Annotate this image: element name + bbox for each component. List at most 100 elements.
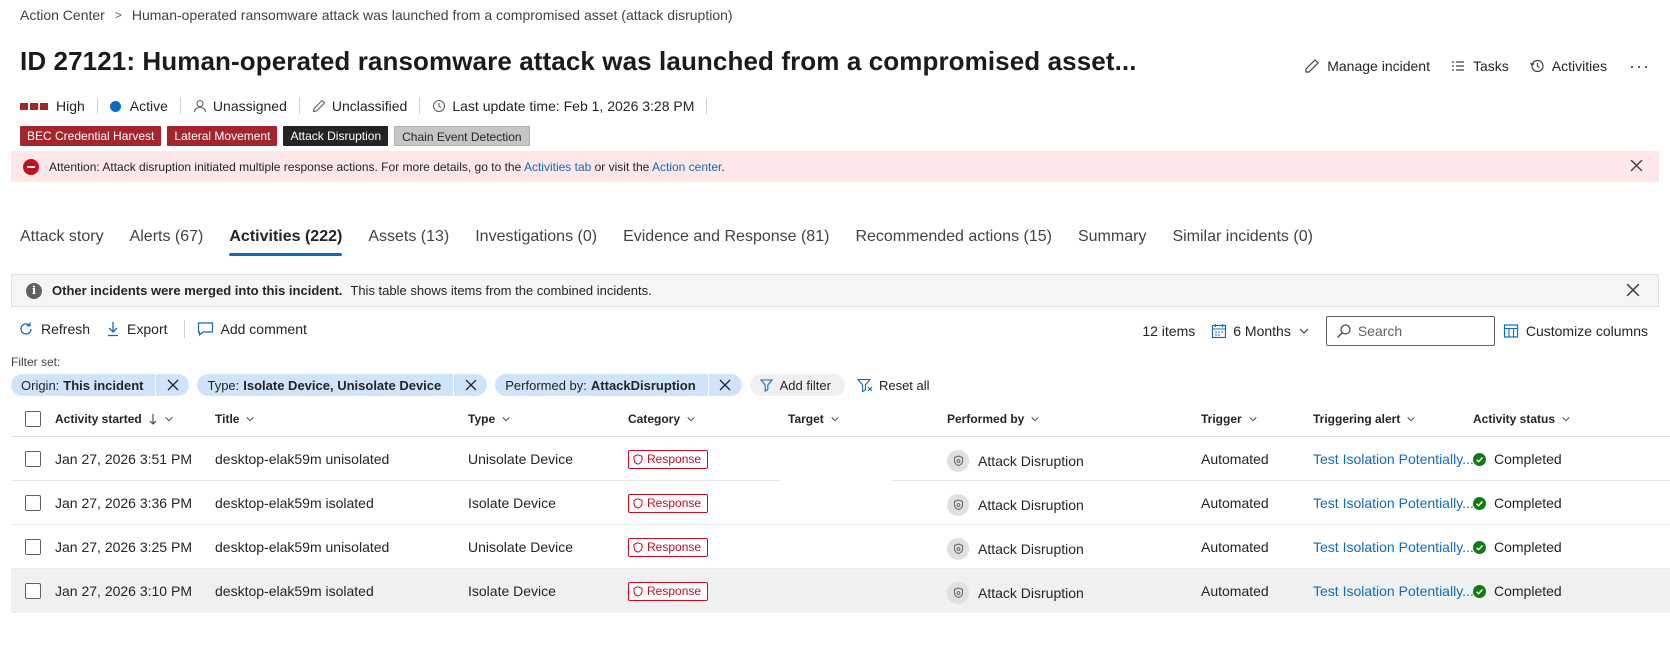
table-row[interactable]: Jan 27, 2026 3:10 PM desktop-elak59m iso… [11, 569, 1670, 613]
cell-type: Unisolate Device [468, 539, 574, 555]
refresh-button[interactable]: Refresh [18, 321, 90, 337]
response-badge: Response [628, 537, 709, 557]
last-update: Last update time: Feb 1, 2026 3:28 PM [432, 98, 694, 114]
sort-descending-icon [149, 413, 157, 425]
tag: Attack Disruption [283, 126, 389, 146]
columns-icon [1503, 324, 1518, 338]
row-checkbox[interactable] [25, 569, 41, 613]
command-bar: Refresh Export Add comment [18, 318, 323, 340]
filter-reset-icon [856, 378, 873, 392]
remove-filter-icon[interactable] [453, 374, 487, 396]
chevron-right-icon: > [114, 8, 122, 22]
history-icon [1529, 59, 1544, 73]
tab-assets[interactable]: Assets (13) [368, 228, 449, 256]
checkmark-icon [1473, 584, 1486, 598]
pencil-icon [312, 99, 326, 113]
triggering-alert-link[interactable]: Test Isolation Potentially... [1313, 481, 1474, 525]
search-placeholder: Search [1357, 323, 1403, 339]
remove-filter-icon[interactable] [707, 374, 742, 396]
cell-status: Completed [1473, 525, 1562, 569]
column-activity-status[interactable]: Activity status [1473, 400, 1571, 437]
shield-icon [633, 585, 643, 597]
search-icon [1336, 324, 1351, 338]
table-row[interactable]: Jan 27, 2026 3:51 PM desktop-elak59m uni… [11, 437, 1670, 481]
cell-performed-by: Attack Disruption [947, 527, 1084, 571]
cell-performed-by: Attack Disruption [947, 571, 1084, 615]
column-performed-by[interactable]: Performed by [947, 400, 1040, 437]
manage-incident-button[interactable]: Manage incident [1304, 58, 1430, 74]
tab-attack-story[interactable]: Attack story [20, 228, 104, 256]
table-row[interactable]: Jan 27, 2026 3:25 PM desktop-elak59m uni… [11, 525, 1670, 569]
breadcrumb-current: Human-operated ransomware attack was lau… [131, 7, 733, 23]
row-checkbox[interactable] [25, 481, 41, 525]
tab-list: Attack story Alerts (67) Activities (222… [20, 226, 1339, 258]
cell-started: Jan 27, 2026 3:36 PM [55, 495, 192, 511]
cell-started: Jan 27, 2026 3:10 PM [55, 583, 192, 599]
shield-icon [633, 541, 643, 553]
breadcrumb-root[interactable]: Action Center [20, 7, 105, 23]
add-filter-button[interactable]: Add filter [749, 374, 845, 396]
more-options-icon[interactable]: ··· [1629, 57, 1650, 75]
error-icon [23, 158, 39, 175]
tasks-button[interactable]: Tasks [1450, 58, 1509, 74]
tab-similar-incidents[interactable]: Similar incidents (0) [1172, 228, 1312, 256]
select-all-checkbox[interactable] [25, 400, 41, 437]
triggering-alert-link[interactable]: Test Isolation Potentially... [1313, 437, 1474, 481]
row-checkbox[interactable] [25, 525, 41, 569]
tab-summary[interactable]: Summary [1078, 228, 1146, 256]
cell-status: Completed [1473, 481, 1562, 525]
tab-alerts[interactable]: Alerts (67) [130, 228, 204, 256]
filter-pill-type[interactable]: Type: Isolate Device, Unisolate Device [197, 374, 488, 396]
incident-meta: High Active Unassigned Unclassified Last… [20, 96, 719, 116]
reset-all-button[interactable]: Reset all [856, 378, 930, 393]
filter-pill-performed-by[interactable]: Performed by: AttackDisruption [495, 374, 742, 396]
pencil-icon [1305, 59, 1320, 73]
cell-performed-by: Attack Disruption [947, 483, 1084, 527]
column-triggering-alert[interactable]: Triggering alert [1313, 400, 1416, 437]
checkmark-icon [1473, 540, 1486, 554]
triggering-alert-link[interactable]: Test Isolation Potentially... [1313, 525, 1474, 569]
filter-set-label: Filter set: [11, 355, 61, 369]
table-row[interactable]: Jan 27, 2026 3:36 PM desktop-elak59m iso… [11, 481, 1670, 525]
shield-icon [947, 538, 969, 560]
cell-status: Completed [1473, 437, 1562, 481]
classification[interactable]: Unclassified [312, 98, 407, 114]
checkmark-icon [1473, 496, 1486, 510]
comment-icon [197, 322, 213, 337]
activities-button[interactable]: Activities [1529, 58, 1607, 74]
close-icon[interactable] [1626, 283, 1640, 297]
remove-filter-icon[interactable] [155, 374, 189, 396]
activities-tab-link[interactable]: Activities tab [524, 160, 591, 174]
tab-evidence-and-response[interactable]: Evidence and Response (81) [623, 228, 829, 256]
search-input[interactable]: Search [1325, 316, 1495, 346]
tab-activities[interactable]: Activities (222) [229, 228, 342, 256]
response-badge: Response [628, 449, 709, 469]
assigned-to[interactable]: Unassigned [193, 98, 287, 114]
column-type[interactable]: Type [468, 400, 511, 437]
column-category[interactable]: Category [628, 400, 696, 437]
filter-pill-origin[interactable]: Origin: This incident [11, 374, 190, 396]
tab-recommended-actions[interactable]: Recommended actions (15) [855, 228, 1052, 256]
tag: Lateral Movement [167, 126, 278, 146]
triggering-alert-link[interactable]: Test Isolation Potentially... [1313, 569, 1474, 613]
cell-category: Response [628, 437, 709, 481]
column-title[interactable]: Title [215, 400, 255, 437]
cell-category: Response [628, 525, 709, 569]
cell-category: Response [628, 481, 709, 525]
column-activity-started[interactable]: Activity started [55, 400, 174, 437]
column-target[interactable]: Target [788, 400, 840, 437]
items-count: 12 items [1142, 323, 1196, 339]
action-center-link[interactable]: Action center [652, 160, 721, 174]
customize-columns-button[interactable]: Customize columns [1503, 323, 1648, 339]
tab-investigations[interactable]: Investigations (0) [475, 228, 597, 256]
column-trigger[interactable]: Trigger [1201, 400, 1258, 437]
time-range-dropdown[interactable]: 6 Months [1211, 323, 1316, 339]
cell-trigger: Automated [1201, 495, 1269, 511]
filter-pills: Origin: This incident Type: Isolate Device… [11, 374, 930, 396]
add-comment-button[interactable]: Add comment [197, 321, 307, 337]
row-checkbox[interactable] [25, 437, 41, 481]
cell-title: desktop-elak59m isolated [215, 495, 374, 511]
export-button[interactable]: Export [106, 321, 168, 337]
close-icon[interactable] [1630, 159, 1643, 172]
incident-tags: BEC Credential Harvest Lateral Movement … [20, 126, 530, 146]
